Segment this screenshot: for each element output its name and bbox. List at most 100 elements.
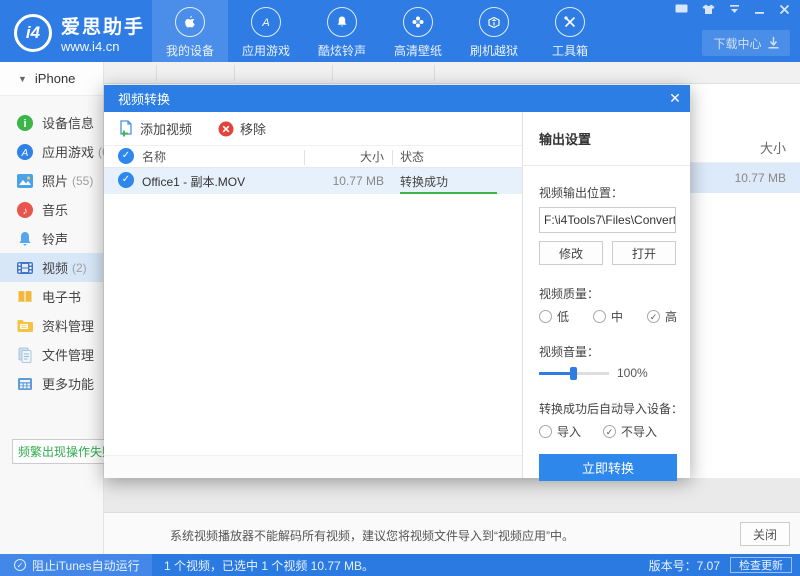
- block-itunes-label: 阻止iTunes自动运行: [32, 557, 140, 574]
- video-convert-dialog: 视频转换 ✕ 添加视频 移除 ✓ 名称 大小 状态 ✓ Office1 - 副本…: [104, 85, 690, 478]
- add-video-icon: [118, 120, 134, 137]
- download-center-label: 下载中心: [713, 35, 761, 52]
- column-header-size: 大小: [312, 146, 384, 167]
- sidebar-item-label: 应用游戏: [42, 142, 94, 161]
- photo-icon: [16, 172, 34, 190]
- appstore-icon: A: [16, 143, 34, 161]
- import-radio-no[interactable]: ✓ 不导入: [603, 423, 657, 440]
- background-toolbar: [104, 62, 800, 84]
- sidebar-item-file-management[interactable]: 文件管理: [0, 340, 103, 369]
- dialog-title-bar: 视频转换 ✕: [104, 85, 690, 112]
- slider-fill: [539, 372, 574, 375]
- download-center-button[interactable]: 下载中心: [702, 30, 790, 56]
- nav-label: 刷机越狱: [470, 42, 518, 59]
- dialog-close-icon[interactable]: ✕: [660, 85, 690, 112]
- sidebar-item-ringtones[interactable]: 铃声: [0, 224, 103, 253]
- nav-item-toolbox[interactable]: 工具箱: [532, 0, 608, 62]
- music-icon: ♪: [16, 201, 34, 219]
- ebook-icon: [16, 288, 34, 306]
- radio-icon: ✓: [539, 425, 552, 438]
- slider-handle[interactable]: [570, 367, 577, 380]
- dialog-title: 视频转换: [118, 89, 170, 108]
- feedback-icon[interactable]: [675, 4, 688, 19]
- add-video-button[interactable]: 添加视频: [118, 119, 192, 138]
- bottom-status-bar: ✓ 阻止iTunes自动运行 1 个视频，已选中 1 个视频 10.77 MB。…: [0, 554, 800, 576]
- bell-icon: [327, 7, 357, 37]
- quality-radio-low[interactable]: ✓ 低: [539, 308, 593, 325]
- radio-icon: ✓: [647, 310, 660, 323]
- svg-text:♪: ♪: [23, 206, 28, 217]
- nav-label: 我的设备: [166, 42, 214, 59]
- output-location-field[interactable]: F:\i4Tools7\Files\ConvertVideo: [539, 207, 676, 233]
- file-icon: [16, 346, 34, 364]
- check-update-button[interactable]: 检查更新: [730, 557, 792, 573]
- quality-radio-high[interactable]: ✓ 高: [647, 308, 677, 325]
- app-title: 爱思助手: [61, 12, 145, 39]
- sidebar-item-ebooks[interactable]: 电子书: [0, 282, 103, 311]
- apple-icon: [175, 7, 205, 37]
- sidebar-item-music[interactable]: ♪ 音乐: [0, 195, 103, 224]
- block-itunes-toggle[interactable]: ✓ 阻止iTunes自动运行: [0, 554, 152, 576]
- menu-icon[interactable]: [729, 4, 740, 19]
- video-size-cell: 10.77 MB: [312, 168, 384, 194]
- output-location-label: 视频输出位置：: [539, 184, 690, 201]
- window-controls: [675, 4, 790, 19]
- add-video-label: 添加视频: [140, 119, 192, 138]
- sidebar-item-data-management[interactable]: 资料管理: [0, 311, 103, 340]
- minimize-icon[interactable]: [754, 4, 765, 19]
- sidebar-item-label: 电子书: [42, 287, 81, 306]
- grid-icon: [16, 375, 34, 393]
- svg-text:A: A: [21, 148, 29, 159]
- close-button[interactable]: 关闭: [740, 522, 790, 546]
- sidebar-item-label: 文件管理: [42, 345, 94, 364]
- sidebar-item-device-info[interactable]: i 设备信息: [0, 108, 103, 137]
- table-row[interactable]: ✓ Office1 - 副本.MOV 10.77 MB 转换成功: [104, 168, 522, 194]
- nav-item-jailbreak[interactable]: 刷机越狱: [456, 0, 532, 62]
- sidebar-item-more-features[interactable]: 更多功能: [0, 369, 103, 398]
- app-header: i4 爱思助手 www.i4.cn 我的设备 A 应用游戏 酷炫铃声: [0, 0, 800, 62]
- background-fill: [104, 478, 800, 512]
- remove-label: 移除: [240, 119, 266, 138]
- sidebar-item-photos[interactable]: 照片 (55): [0, 166, 103, 195]
- logo-badge-icon: i4: [14, 14, 52, 52]
- selection-info: 1 个视频，已选中 1 个视频 10.77 MB。: [164, 557, 374, 574]
- radio-label: 高: [665, 308, 677, 325]
- close-icon[interactable]: [779, 4, 790, 19]
- video-status-cell: 转换成功: [400, 168, 448, 194]
- folder-icon: [16, 317, 34, 335]
- remove-icon: [218, 121, 234, 137]
- select-all-checkbox[interactable]: ✓: [118, 148, 134, 164]
- sidebar-item-label: 照片: [42, 171, 68, 190]
- convert-list-panel: 添加视频 移除 ✓ 名称 大小 状态 ✓ Office1 - 副本.MOV 10…: [104, 112, 522, 478]
- nav-item-ringtones[interactable]: 酷炫铃声: [304, 0, 380, 62]
- remove-button[interactable]: 移除: [218, 119, 266, 138]
- svg-text:i: i: [23, 118, 26, 130]
- sidebar-item-label: 音乐: [42, 200, 68, 219]
- sidebar-item-apps[interactable]: A 应用游戏 (6): [0, 137, 103, 166]
- app-logo: i4 爱思助手 www.i4.cn: [14, 12, 145, 54]
- table-header: ✓ 名称 大小 状态: [104, 145, 522, 168]
- sidebar-item-videos[interactable]: 视频 (2): [0, 253, 103, 282]
- quality-radio-medium[interactable]: ✓ 中: [593, 308, 647, 325]
- nav-item-apps-games[interactable]: A 应用游戏: [228, 0, 304, 62]
- info-icon: i: [16, 114, 34, 132]
- radio-label: 中: [611, 308, 623, 325]
- svg-text:A: A: [261, 17, 269, 29]
- nav-label: 酷炫铃声: [318, 42, 366, 59]
- convert-now-button[interactable]: 立即转换: [539, 454, 677, 481]
- device-name: iPhone: [35, 71, 75, 86]
- modify-button[interactable]: 修改: [539, 241, 603, 265]
- row-checkbox[interactable]: ✓: [118, 172, 134, 188]
- auto-import-label: 转换成功后自动导入设备：: [539, 400, 690, 417]
- list-footer: [104, 455, 522, 478]
- skin-icon[interactable]: [702, 4, 715, 19]
- output-settings-panel: 输出设置 视频输出位置： F:\i4Tools7\Files\ConvertVi…: [522, 112, 690, 478]
- nav-item-my-devices[interactable]: 我的设备: [152, 0, 228, 62]
- device-selector[interactable]: ▼ iPhone: [0, 62, 103, 96]
- import-radio-yes[interactable]: ✓ 导入: [539, 423, 603, 440]
- download-icon: [768, 37, 779, 49]
- video-icon: [16, 259, 34, 277]
- nav-item-wallpapers[interactable]: 高清壁纸: [380, 0, 456, 62]
- volume-slider[interactable]: [539, 366, 609, 380]
- open-button[interactable]: 打开: [612, 241, 676, 265]
